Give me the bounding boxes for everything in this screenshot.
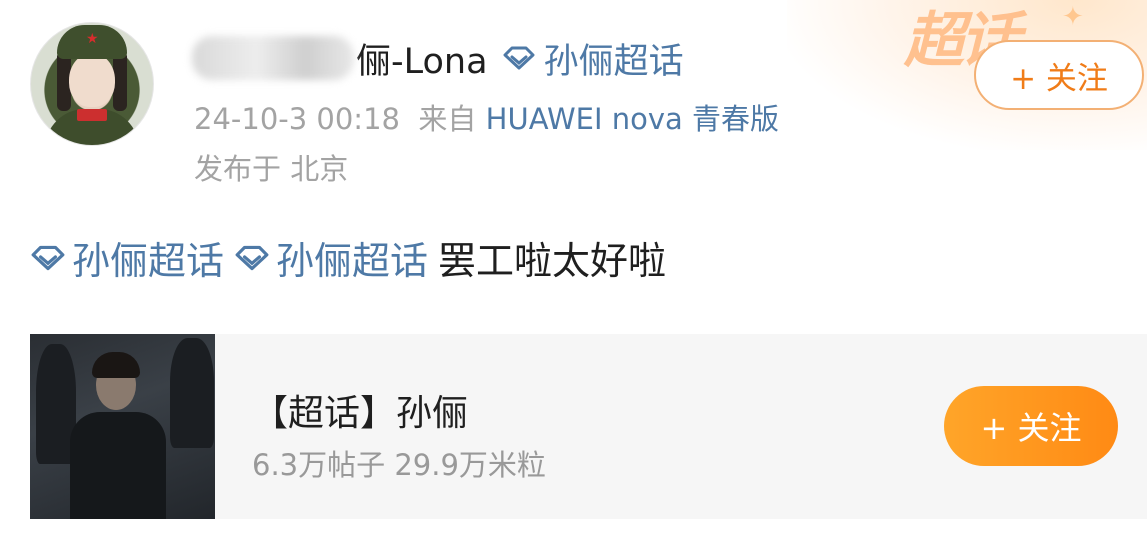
card-title: 【超话】孙俪 [252, 393, 469, 434]
supertopic-gem-icon [503, 46, 535, 70]
post-meta: 24-10-3 00:18 来自 HUAWEI nova 青春版 [194, 96, 779, 138]
supertopic-label-1: 孙俪超话 [72, 239, 225, 283]
author-name[interactable]: 俪-Lona [356, 33, 488, 84]
sparkle-icon: ✦ [1062, 2, 1084, 32]
post-text: 罢工啦太好啦 [438, 239, 667, 283]
supertopic-gem-icon [235, 245, 269, 270]
author-row: 俪-Lona 孙俪超话 [192, 28, 684, 88]
post-content: 孙俪超话 孙俪超话 罢工啦太好啦 [30, 230, 666, 285]
supertopic-label-2: 孙俪超话 [276, 239, 429, 283]
location: 发布于 北京 [194, 152, 349, 186]
device-link[interactable]: HUAWEI nova 青春版 [486, 102, 779, 136]
supertopic-gem-icon [31, 245, 65, 270]
follow-author-button[interactable]: + 关注 [974, 40, 1144, 110]
card-stats: 6.3万帖子 29.9万米粒 [252, 448, 546, 482]
timestamp: 24-10-3 00:18 [194, 102, 400, 136]
blurred-username [192, 36, 354, 80]
source-prefix: 来自 [418, 102, 477, 136]
author-supertopic-label: 孙俪超话 [543, 41, 684, 82]
supertopic-card[interactable]: 【超话】孙俪 6.3万帖子 29.9万米粒 + 关注 [30, 334, 1147, 519]
follow-supertopic-button[interactable]: + 关注 [944, 386, 1118, 466]
supertopic-cover-image [30, 334, 215, 519]
author-supertopic-link[interactable]: 孙俪超话 [502, 33, 684, 84]
supertopic-link-2[interactable]: 孙俪超话 [234, 230, 428, 285]
avatar[interactable]: ★ [30, 22, 154, 146]
supertopic-link-1[interactable]: 孙俪超话 [30, 230, 224, 285]
